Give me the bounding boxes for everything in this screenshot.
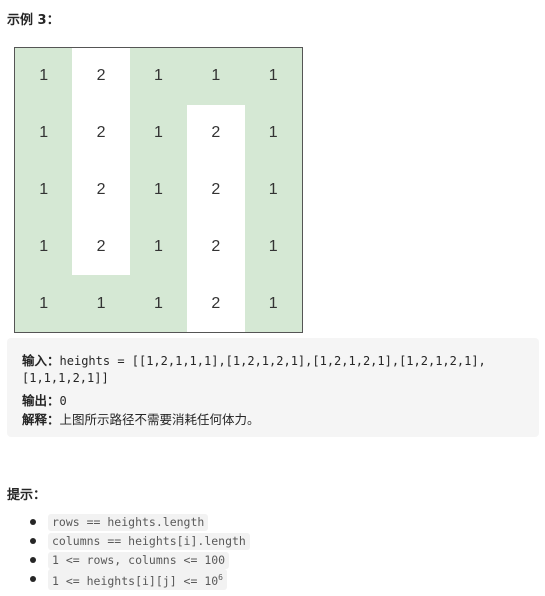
example-box: 输入：heights = [[1,2,1,1,1],[1,2,1,2,1],[1… — [7, 338, 539, 437]
hint-item: columns == heights[i].length — [30, 532, 250, 551]
bullet-icon — [30, 557, 36, 563]
explanation-line: 解释：上图所示路径不需要消耗任何体力。 — [22, 409, 260, 428]
hint-code: rows == heights.length — [48, 514, 209, 531]
grid-cell: 1 — [244, 48, 302, 105]
grid-cell: 2 — [187, 161, 245, 219]
input-line-1: 输入：heights = [[1,2,1,1,1],[1,2,1,2,1],[1… — [22, 350, 486, 369]
grid-cell: 1 — [244, 104, 302, 162]
grid-cell: 2 — [72, 104, 130, 162]
grid-cell: 1 — [15, 104, 73, 162]
output-value: 0 — [59, 394, 67, 408]
bullet-icon — [30, 538, 36, 544]
grid-cell: 2 — [187, 275, 245, 332]
grid-cell: 2 — [72, 161, 130, 219]
explanation-value: 上图所示路径不需要消耗任何体力。 — [59, 412, 260, 427]
grid-cell: 1 — [129, 104, 188, 162]
input-value-2: [1,1,1,2,1]] — [22, 371, 109, 385]
grid-cell: 1 — [244, 275, 302, 332]
hint-code-text: 1 <= heights[i][j] <= 10 — [52, 574, 219, 588]
grid-cell: 1 — [129, 48, 188, 105]
output-label: 输出： — [22, 393, 60, 408]
grid-cell: 2 — [72, 218, 130, 276]
hint-item: rows == heights.length — [30, 513, 250, 532]
hint-item: 1 <= heights[i][j] <= 106 — [30, 569, 250, 590]
hints-heading: 提示： — [7, 488, 47, 503]
grid-cell: 2 — [187, 218, 245, 276]
grid-cell: 1 — [129, 161, 188, 219]
hints-list: rows == heights.length columns == height… — [30, 513, 250, 590]
output-line: 输出：0 — [22, 390, 67, 409]
hint-exponent: 6 — [218, 573, 223, 582]
grid-cell: 1 — [244, 161, 302, 219]
bullet-icon — [30, 519, 36, 525]
bullet-icon — [30, 576, 36, 582]
grid-cell: 2 — [72, 48, 130, 105]
grid-cell: 1 — [15, 161, 73, 219]
hint-code: 1 <= heights[i][j] <= 106 — [48, 569, 227, 590]
grid-cell: 1 — [72, 275, 130, 332]
input-label: 输入： — [22, 353, 60, 368]
input-line-2: [1,1,1,2,1]] — [22, 370, 109, 385]
hint-code: 1 <= rows, columns <= 100 — [48, 552, 230, 569]
grid-cell: 1 — [15, 275, 73, 332]
grid-cell: 1 — [187, 48, 245, 105]
explanation-label: 解释： — [22, 412, 60, 427]
grid-cell: 1 — [15, 218, 73, 276]
grid-cell: 1 — [15, 48, 73, 105]
grid-cell: 1 — [129, 218, 188, 276]
example-heading: 示例 3： — [7, 13, 60, 28]
input-value-1: heights = [[1,2,1,1,1],[1,2,1,2,1],[1,2,… — [59, 354, 486, 368]
grid-cell: 1 — [129, 275, 188, 332]
hint-code: columns == heights[i].length — [48, 533, 250, 550]
grid-cell: 2 — [187, 104, 245, 162]
hint-item: 1 <= rows, columns <= 100 — [30, 551, 250, 570]
heights-grid: 1211112121121211212111121 — [14, 47, 303, 333]
grid-cell: 1 — [244, 218, 302, 276]
